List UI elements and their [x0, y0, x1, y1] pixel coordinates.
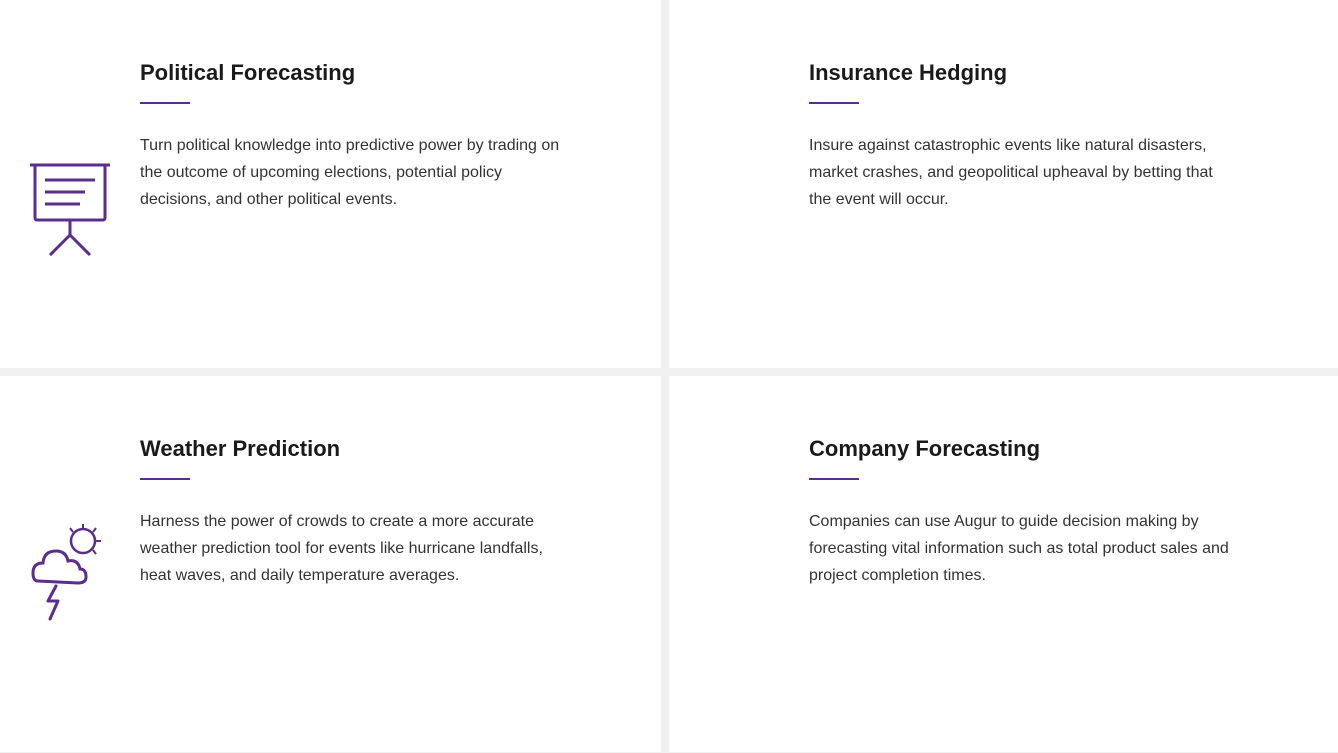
weather-prediction-icon-area [20, 521, 120, 621]
weather-prediction-cell: Weather Prediction Harness the power of … [0, 376, 669, 752]
political-forecasting-title: Political Forecasting [140, 60, 601, 86]
company-forecasting-underline [809, 478, 859, 480]
company-forecasting-title: Company Forecasting [809, 436, 1278, 462]
political-forecasting-description: Turn political knowledge into predictive… [140, 132, 560, 214]
political-forecasting-icon-area [20, 155, 120, 255]
political-forecasting-cell: Political Forecasting Turn political kno… [0, 0, 669, 376]
insurance-hedging-cell: $ Insurance Hedging Insure against catas… [669, 0, 1338, 376]
company-forecasting-cell: $ Company Forecasting Companies can use … [669, 376, 1338, 752]
weather-cloud-icon [28, 521, 113, 621]
insurance-hedging-title: Insurance Hedging [809, 60, 1278, 86]
feature-grid: Political Forecasting Turn political kno… [0, 0, 1338, 752]
insurance-hedging-underline [809, 102, 859, 104]
political-forecasting-underline [140, 102, 190, 104]
weather-prediction-description: Harness the power of crowds to create a … [140, 508, 560, 590]
company-forecasting-description: Companies can use Augur to guide decisio… [809, 508, 1229, 590]
presentation-board-icon [30, 155, 110, 255]
weather-prediction-title: Weather Prediction [140, 436, 601, 462]
insurance-hedging-description: Insure against catastrophic events like … [809, 132, 1229, 214]
weather-prediction-underline [140, 478, 190, 480]
